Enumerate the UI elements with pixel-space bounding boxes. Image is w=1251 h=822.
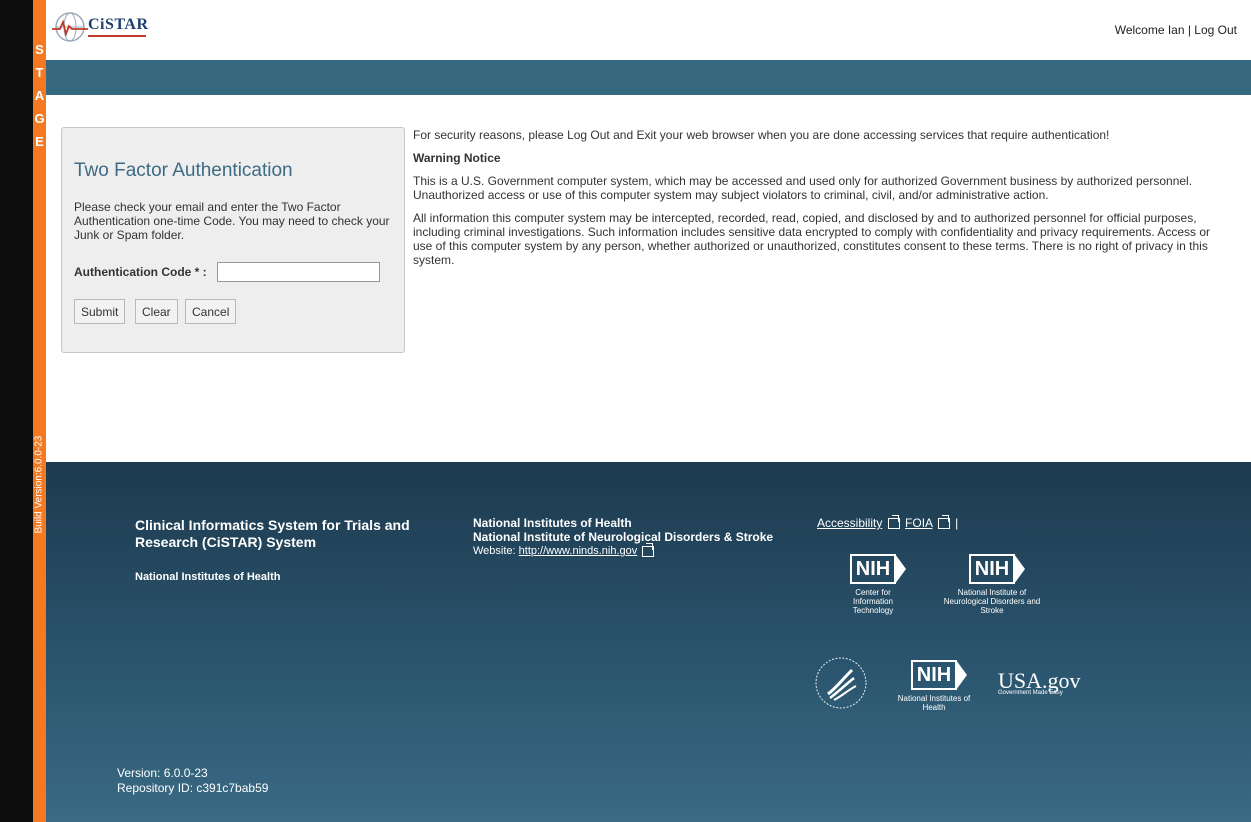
ninds-caption: National Institute of Neurological Disor… [943,588,1041,615]
two-factor-panel: Two Factor Authentication Please check y… [61,127,405,353]
nav-bar [46,60,1251,95]
cistar-logo[interactable]: CiSTAR [52,10,162,44]
system-name: Clinical Informatics System for Trials a… [135,517,410,550]
version-text: Version: 6.0.0-23 [117,766,208,780]
website-line: Website: http://www.ninds.nih.gov [473,542,773,558]
window-edge [0,0,33,822]
panel-title: Two Factor Authentication [74,160,293,181]
website-label: Website: [473,545,516,557]
usagov-logo[interactable]: USA.gov Government Made Easy [998,668,1081,696]
security-notice: For security reasons, please Log Out and… [413,128,1223,276]
footer-institute-info: National Institutes of Health National I… [473,516,773,558]
footer: Clinical Informatics System for Trials a… [46,462,1251,822]
nih-logo[interactable]: NIH National Institutes of Health [891,660,977,712]
stage-bar: S T A G E Build Version:6.0.0-23 [33,0,46,822]
submit-button[interactable]: Submit [74,299,126,324]
nih-ninds-logo[interactable]: NIH National Institute of Neurological D… [941,554,1043,615]
accessibility-link[interactable]: Accessibility [817,516,882,530]
header: CiSTAR Welcome Ian | Log Out [46,0,1251,60]
nih-mark: NIH [968,554,1026,584]
stage-label: S T A G E [34,42,45,149]
external-link-icon [937,515,950,530]
globe-icon [52,12,88,42]
auth-code-input[interactable] [217,262,380,282]
security-message: For security reasons, please Log Out and… [413,128,1110,142]
institute-line-2: National Institute of Neurological Disor… [473,530,774,544]
nih-mark: NIH [849,554,907,584]
foia-link[interactable]: FOIA [905,516,932,530]
hhs-seal-icon[interactable] [814,656,868,710]
cancel-button[interactable]: Cancel [185,299,237,324]
cit-caption: Center for Information Technology [852,588,894,615]
footer-links: Accessibility FOIA | [817,515,959,530]
welcome-logout-link[interactable]: Welcome Ian | Log Out [1115,23,1237,37]
footer-system-info: Clinical Informatics System for Trials a… [135,517,455,583]
clear-button[interactable]: Clear [135,299,178,324]
repository-id: Repository ID: c391c7bab59 [117,781,269,795]
logo-text: CiSTAR [88,16,149,33]
warning-paragraph-1: This is a U.S. Government computer syste… [413,174,1193,202]
warning-paragraph-2: All information this computer system may… [413,211,1211,267]
panel-description: Please check your email and enter the Tw… [74,200,390,242]
logo-underline [88,35,146,37]
version-info: Version: 6.0.0-23 Repository ID: c391c7b… [117,766,268,796]
institute-line-1: National Institutes of Health [473,516,632,530]
external-link-icon [642,542,655,557]
build-version: Build Version:6.0.0-23 [33,435,45,534]
warning-heading: Warning Notice [413,151,501,165]
org-name: National Institutes of Health [135,571,281,583]
link-separator: | [955,516,959,530]
auth-code-label: Authentication Code * : [74,265,207,279]
nih-caption: National Institutes of Health [897,694,971,712]
website-link[interactable]: http://www.ninds.nih.gov [519,545,638,557]
nih-cit-logo[interactable]: NIH Center for Information Technology [836,554,910,615]
external-link-icon [887,515,900,530]
nih-mark: NIH [910,660,968,690]
